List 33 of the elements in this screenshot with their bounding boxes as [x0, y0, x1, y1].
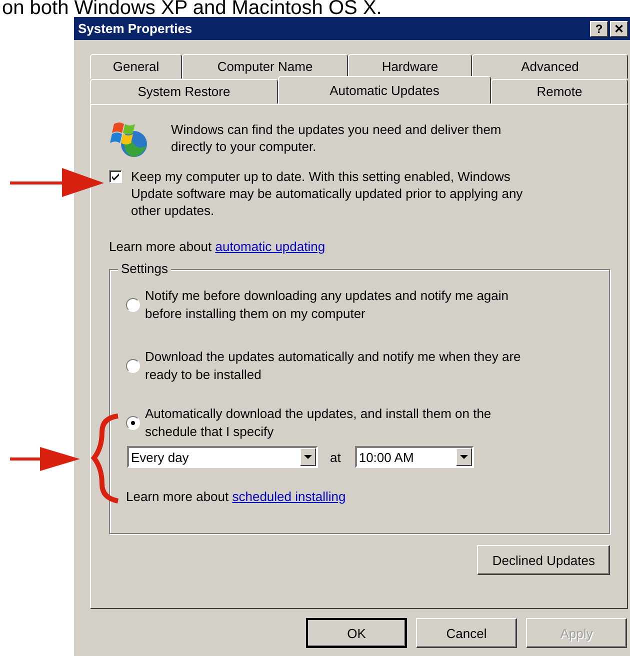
tab[interactable]: General — [90, 54, 182, 79]
learn-more-text: Learn more about automatic updating — [109, 238, 326, 255]
tab[interactable]: Advanced — [472, 54, 628, 79]
checkbox[interactable] — [109, 170, 122, 183]
radio-button[interactable] — [126, 416, 140, 430]
scheduled-installing-link[interactable]: scheduled installing — [232, 489, 346, 504]
radio-button[interactable] — [126, 359, 140, 373]
dropdown-arrow-icon — [304, 455, 312, 459]
option-label: Notify me before downloading any updates and notify me again before installing them on my computer — [145, 287, 510, 323]
checkbox-label: Keep my computer up to date. With this setting enabled, Windows Update software may be automatically updated prior to applying any other updates. — [131, 168, 524, 219]
pointer-arrow — [10, 447, 80, 471]
intro-text: Windows can find the updates you need and deliver them directly to your computer. — [171, 121, 502, 155]
option-label: Download the updates automatically and notify me when they are ready to be installed — [145, 348, 522, 384]
tab[interactable]: Remote — [491, 79, 628, 104]
learn-more-text: Learn more about scheduled installing — [126, 488, 347, 505]
declined-updates-button[interactable]: Declined Updates — [477, 545, 610, 575]
group-title: Settings — [118, 261, 171, 277]
tab[interactable]: Automatic Updates — [278, 76, 491, 104]
help-button[interactable]: ? — [590, 20, 608, 36]
option-label: Automatically download the updates, and install them on the schedule that I specify — [145, 405, 492, 441]
dialog-button[interactable]: OK — [306, 618, 407, 648]
time-dropdown[interactable]: 10:00 AM — [354, 446, 474, 468]
dropdown-arrow-icon — [460, 455, 468, 459]
automatic-updating-link[interactable]: automatic updating — [215, 239, 326, 254]
at-label: at — [330, 450, 341, 464]
check-icon — [111, 172, 120, 181]
dialog-button[interactable]: Cancel — [416, 618, 517, 648]
window-title: System Properties — [78, 21, 194, 36]
radio-button[interactable] — [126, 298, 140, 312]
day-dropdown[interactable]: Every day — [127, 446, 318, 468]
close-button[interactable]: ✕ — [610, 20, 628, 36]
tab[interactable]: Computer Name — [182, 54, 348, 79]
tab[interactable]: System Restore — [90, 79, 278, 104]
